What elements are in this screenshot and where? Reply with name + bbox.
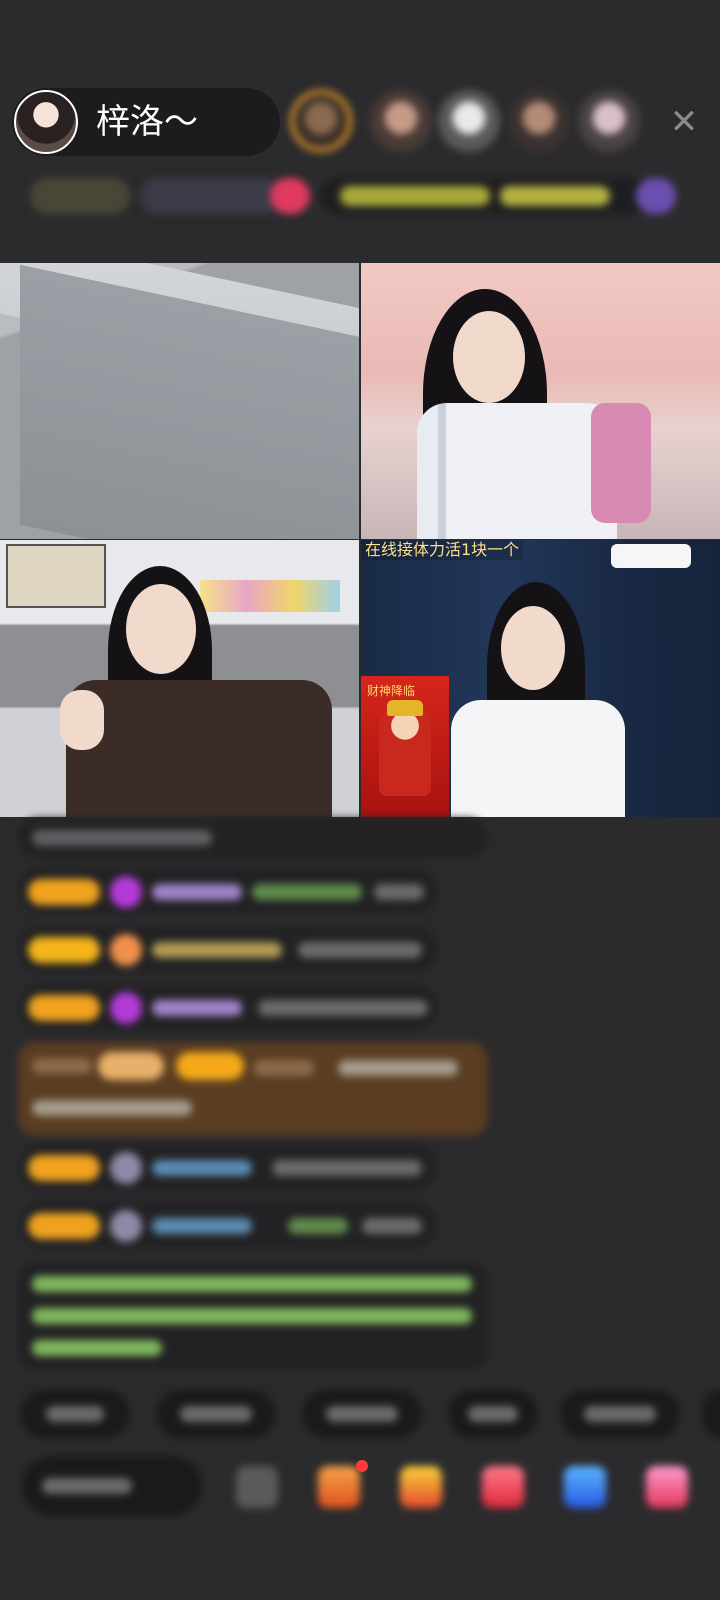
message-icon[interactable] <box>564 1466 606 1508</box>
chat-message <box>18 818 488 858</box>
chat-message[interactable] <box>18 984 438 1030</box>
quick-reply-chip[interactable] <box>448 1390 538 1438</box>
viewer-avatar[interactable] <box>438 90 500 152</box>
video-grid[interactable]: 在线接体力活1块一个 财神降临 <box>0 263 720 817</box>
quick-reply-row[interactable] <box>0 1390 720 1438</box>
heart-icon[interactable] <box>482 1466 524 1508</box>
cam-tile-4[interactable]: 在线接体力活1块一个 财神降临 <box>361 540 720 817</box>
top-viewer-avatar[interactable] <box>290 90 352 152</box>
viewer-avatar[interactable] <box>370 90 432 152</box>
cam-tile-2[interactable] <box>361 263 720 539</box>
system-notice <box>18 1262 488 1370</box>
quick-reply-chip[interactable] <box>702 1390 720 1438</box>
close-icon[interactable]: ✕ <box>666 104 702 140</box>
quick-reply-chip[interactable] <box>20 1390 130 1438</box>
bottom-toolbar[interactable] <box>0 1456 720 1520</box>
chat-message[interactable] <box>18 868 438 914</box>
host-info[interactable]: 梓洛～ <box>12 88 280 156</box>
game-icon[interactable] <box>646 1466 688 1508</box>
poster-title: 财神降临 <box>367 684 416 698</box>
chat-message[interactable] <box>18 1144 438 1190</box>
poster: 财神降临 <box>361 676 449 817</box>
notification-dot <box>356 1460 368 1472</box>
comment-input[interactable] <box>22 1456 202 1516</box>
quick-reply-chip[interactable] <box>560 1390 680 1438</box>
cam-tile-3[interactable] <box>0 540 359 817</box>
viewer-avatar[interactable] <box>578 90 640 152</box>
treasure-icon[interactable] <box>400 1466 442 1508</box>
quick-reply-chip[interactable] <box>156 1390 276 1438</box>
chat-message[interactable] <box>18 1202 438 1248</box>
viewer-avatar[interactable] <box>508 90 570 152</box>
gift-box-icon[interactable] <box>318 1466 360 1508</box>
host-name: 梓洛～ <box>96 102 198 142</box>
quick-reply-chip[interactable] <box>302 1390 422 1438</box>
cam-tile-1[interactable] <box>0 263 359 539</box>
cam-caption: 在线接体力活1块一个 <box>361 540 524 560</box>
emoji-icon[interactable] <box>236 1466 278 1508</box>
rank-bar[interactable] <box>20 172 700 220</box>
gift-message[interactable] <box>18 1042 488 1136</box>
host-avatar[interactable] <box>14 90 78 154</box>
chat-message[interactable] <box>18 926 438 972</box>
